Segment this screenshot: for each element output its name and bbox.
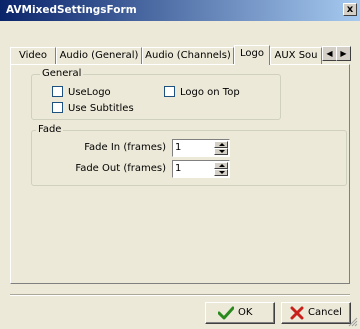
tab-aux-sound-label: AUX Sou [274, 50, 318, 61]
tab-audio-general-label: Audio (General) [59, 50, 139, 61]
close-button[interactable]: x [343, 3, 357, 16]
title-bar: AVMixedSettingsForm x [0, 0, 360, 21]
general-group-title: General [40, 68, 84, 80]
fade-out-value[interactable]: 1 [175, 162, 181, 176]
tab-strip: Video Audio (General) Audio (Channels) L… [10, 45, 351, 65]
logo-on-top-checkbox[interactable]: Logo on Top [164, 86, 240, 99]
fade-out-spinner[interactable]: 1 [172, 160, 230, 178]
logo-tab-panel: General UseLogo Logo on Top Use Subtitle… [10, 64, 350, 284]
tab-audio-channels-label: Audio (Channels) [145, 50, 231, 61]
tab-aux-sound[interactable]: AUX Sou [270, 47, 322, 64]
spin-up-icon[interactable] [214, 141, 228, 148]
ok-button[interactable]: OK [205, 302, 275, 324]
window-title: AVMixedSettingsForm [6, 4, 137, 16]
use-subtitles-checkbox[interactable]: Use Subtitles [52, 102, 134, 115]
resize-grip-icon[interactable] [346, 315, 358, 327]
x-icon [290, 306, 304, 320]
tab-scroll-left-button[interactable]: ◀ [322, 46, 337, 61]
general-group: General UseLogo Logo on Top Use Subtitle… [31, 68, 281, 120]
fade-in-label: Fade In (frames) [84, 142, 166, 153]
fade-in-spinner[interactable]: 1 [172, 139, 230, 157]
spin-down-icon[interactable] [214, 169, 228, 176]
cancel-button[interactable]: Cancel [281, 302, 351, 324]
cancel-label: Cancel [308, 307, 342, 318]
logo-on-top-label: Logo on Top [180, 87, 240, 98]
checkbox-box[interactable] [52, 86, 63, 97]
tab-video[interactable]: Video [10, 47, 56, 64]
fade-group-title: Fade [36, 124, 64, 136]
fade-group: Fade Fade In (frames) 1 Fade Out (frames… [31, 124, 347, 186]
checkbox-box[interactable] [164, 86, 175, 97]
fade-out-label: Fade Out (frames) [75, 163, 166, 174]
use-logo-label: UseLogo [68, 87, 111, 98]
tab-scroll-right-button[interactable]: ▶ [336, 46, 351, 61]
tab-logo[interactable]: Logo [234, 45, 270, 65]
arrow-left-icon: ◀ [326, 49, 333, 58]
checkmark-icon [218, 306, 234, 320]
use-subtitles-label: Use Subtitles [68, 103, 134, 114]
tab-audio-channels[interactable]: Audio (Channels) [142, 47, 234, 64]
tab-logo-label: Logo [240, 48, 264, 59]
tab-audio-general[interactable]: Audio (General) [56, 47, 142, 64]
spin-down-icon[interactable] [214, 148, 228, 155]
checkbox-box[interactable] [52, 102, 63, 113]
arrow-right-icon: ▶ [340, 49, 347, 58]
ok-label: OK [238, 307, 253, 318]
tab-video-label: Video [18, 50, 48, 61]
use-logo-checkbox[interactable]: UseLogo [52, 86, 111, 99]
fade-in-value[interactable]: 1 [175, 141, 181, 155]
close-icon: x [346, 4, 354, 15]
footer-separator [10, 294, 350, 296]
spin-up-icon[interactable] [214, 162, 228, 169]
